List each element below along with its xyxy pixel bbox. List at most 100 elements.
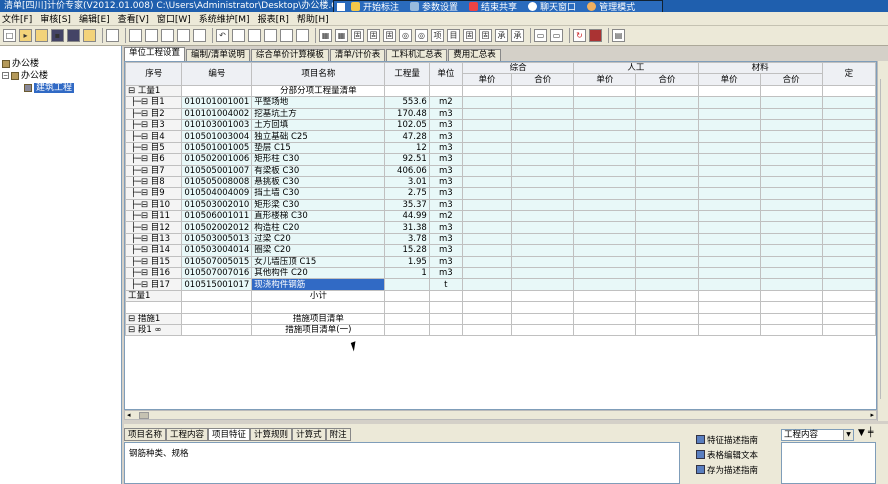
fix-icon[interactable]: 固: [351, 29, 364, 42]
filter-icon[interactable]: [264, 29, 277, 42]
scroll-thumb[interactable]: [139, 412, 149, 419]
btab-name[interactable]: 项目名称: [124, 428, 167, 441]
item-icon[interactable]: 项: [431, 29, 444, 42]
copy-icon[interactable]: [129, 29, 142, 42]
print-icon[interactable]: [248, 29, 261, 42]
eye-icon[interactable]: 目: [447, 29, 460, 42]
cut-icon[interactable]: [161, 29, 174, 42]
measures-sub-row[interactable]: ⊟ 段1 ∞ 措施项目清单(一): [125, 323, 876, 337]
btab-feature[interactable]: 项目特征: [208, 428, 251, 441]
row-name[interactable]: 悬挑板 C30: [251, 175, 386, 189]
paste-icon[interactable]: [145, 29, 158, 42]
insert-icon[interactable]: [232, 29, 245, 42]
save-guide-button[interactable]: 存为描述指南: [696, 462, 786, 477]
pin-icon[interactable]: [337, 2, 345, 11]
tab-unit-settings[interactable]: 单位工程设置: [124, 47, 186, 61]
table-row[interactable]: ├─⊟ 目3 010103001003 土方回填 102.05 m3: [125, 118, 876, 132]
table-row[interactable]: ├─⊟ 目9 010504004009 挡土墙 C30 2.75 m3: [125, 187, 876, 200]
row-name[interactable]: 平整场地: [251, 96, 386, 109]
page-icon[interactable]: [296, 29, 309, 42]
menu-system[interactable]: 系统维护[M]: [199, 12, 250, 25]
vertical-scrollbar[interactable]: [877, 61, 888, 421]
grid2-icon[interactable]: ▦: [335, 29, 348, 42]
tab-bill[interactable]: 清单/计价表: [329, 49, 386, 61]
filter-icon[interactable]: ▼: [858, 428, 865, 438]
tree-leaf[interactable]: 建筑工程: [24, 83, 75, 94]
table-row[interactable]: ├─⊟ 目6 010502001006 矩形柱 C30 92.51 m3: [125, 153, 876, 166]
row-name[interactable]: 矩形梁 C30: [251, 198, 386, 212]
menu-window[interactable]: 窗口[W]: [157, 12, 191, 25]
menu-report[interactable]: 报表[R]: [258, 12, 289, 25]
book-icon[interactable]: [589, 29, 602, 42]
tree-child[interactable]: − 办公楼: [2, 71, 48, 82]
row-name[interactable]: 构造柱 C20: [251, 221, 386, 234]
header-unit[interactable]: 单位: [428, 62, 463, 86]
table-row[interactable]: ├─⊟ 目7 010505001007 有梁板 C30 406.06 m3: [125, 164, 876, 177]
row-name[interactable]: 直形楼梯 C30: [251, 210, 386, 223]
content-list[interactable]: [781, 442, 876, 484]
btab-content[interactable]: 工程内容: [166, 428, 209, 441]
target2-icon[interactable]: ◎: [415, 29, 428, 42]
tab-cost[interactable]: 费用汇总表: [448, 49, 501, 61]
row-name[interactable]: 土方回填: [251, 118, 386, 132]
target-icon[interactable]: ◎: [399, 29, 412, 42]
folder-icon[interactable]: [35, 29, 48, 42]
doc-icon[interactable]: [106, 29, 119, 42]
tab-template[interactable]: 综合单价计算模板: [250, 49, 329, 61]
delete-icon[interactable]: [177, 29, 190, 42]
row-name[interactable]: 现浇构件钢筋: [251, 278, 386, 291]
header-qty[interactable]: 工程量: [384, 62, 430, 86]
printer-icon[interactable]: ▤: [612, 29, 625, 42]
subtotal-row[interactable]: 工量1 小计: [125, 289, 876, 303]
save-all-icon[interactable]: [67, 29, 80, 42]
undo-icon[interactable]: ↶: [216, 29, 229, 42]
fix2-icon[interactable]: 固: [367, 29, 380, 42]
fix3-icon[interactable]: 固: [383, 29, 396, 42]
tab-material[interactable]: 工料机汇总表: [386, 49, 448, 61]
calc-icon[interactable]: ▭: [534, 29, 547, 42]
chevron-down-icon[interactable]: ▼: [843, 430, 853, 440]
table-row[interactable]: ├─⊟ 目5 010501001005 垫层 C15 12 m3: [125, 141, 876, 155]
clip-icon[interactable]: [193, 29, 206, 42]
row-name[interactable]: 矩形柱 C30: [251, 153, 386, 166]
row-name[interactable]: 圈梁 C20: [251, 244, 386, 257]
menu-help[interactable]: 帮助[H]: [297, 12, 329, 25]
table-row[interactable]: ├─⊟ 目17 010515001017 现浇构件钢筋 t: [125, 278, 876, 291]
refresh-icon[interactable]: ↻: [573, 29, 586, 42]
table-row[interactable]: ├─⊟ 目8 010505008008 悬挑板 C30 3.01 m3: [125, 175, 876, 189]
row-name[interactable]: 独立基础 C25: [251, 130, 386, 143]
header-name[interactable]: 项目名称: [251, 62, 386, 86]
new-icon[interactable]: □: [3, 29, 16, 42]
feature-guide-button[interactable]: 特征描述指南: [696, 432, 786, 447]
row-name[interactable]: 女儿墙压顶 C15: [251, 255, 386, 269]
fix5-icon[interactable]: 固: [479, 29, 492, 42]
content-select[interactable]: 工程内容 ▼: [781, 429, 854, 441]
header-code[interactable]: 编号: [181, 62, 253, 86]
collapse-icon[interactable]: −: [2, 72, 9, 79]
menu-file[interactable]: 文件[F]: [2, 12, 32, 25]
tree-root[interactable]: 办公楼: [2, 59, 39, 70]
btab-note[interactable]: 附注: [325, 428, 351, 441]
measures-row[interactable]: ⊟ 措施1 措施项目清单: [125, 312, 876, 326]
scroll-right-icon[interactable]: ▸: [870, 411, 874, 419]
header-seq[interactable]: 序号: [125, 62, 183, 86]
paint-icon[interactable]: [280, 29, 293, 42]
table-row[interactable]: ├─⊟ 目2 010101004002 挖基坑土方 170.48 m3: [125, 107, 876, 120]
row-name[interactable]: 其他构件 C20: [251, 267, 386, 280]
btab-formula[interactable]: 计算式: [292, 428, 326, 441]
open-icon[interactable]: ▸: [19, 29, 32, 42]
export-icon[interactable]: [83, 29, 96, 42]
table-row[interactable]: ├─⊟ 目15 010507005015 女儿墙压顶 C15 1.95 m3: [125, 255, 876, 269]
save-icon[interactable]: ▪: [51, 29, 64, 42]
table-row[interactable]: ├─⊟ 目4 010501003004 独立基础 C25 47.28 m3: [125, 130, 876, 143]
row-name[interactable]: 挖基坑土方: [251, 107, 386, 120]
horizontal-scrollbar[interactable]: ◂ ▸: [124, 410, 877, 420]
stamp-icon[interactable]: 承: [495, 29, 508, 42]
pin-icon[interactable]: ╪: [868, 428, 873, 438]
row-name[interactable]: 垫层 C15: [251, 141, 386, 155]
table-row[interactable]: ├─⊟ 目13 010503005013 过梁 C20 3.78 m3: [125, 232, 876, 246]
grid-icon[interactable]: ▦: [319, 29, 332, 42]
table-row[interactable]: ├─⊟ 目1 010101001001 平整场地 553.6 m2: [125, 96, 876, 109]
row-name[interactable]: 挡土墙 C30: [251, 187, 386, 200]
menu-view[interactable]: 查看[V]: [118, 12, 149, 25]
